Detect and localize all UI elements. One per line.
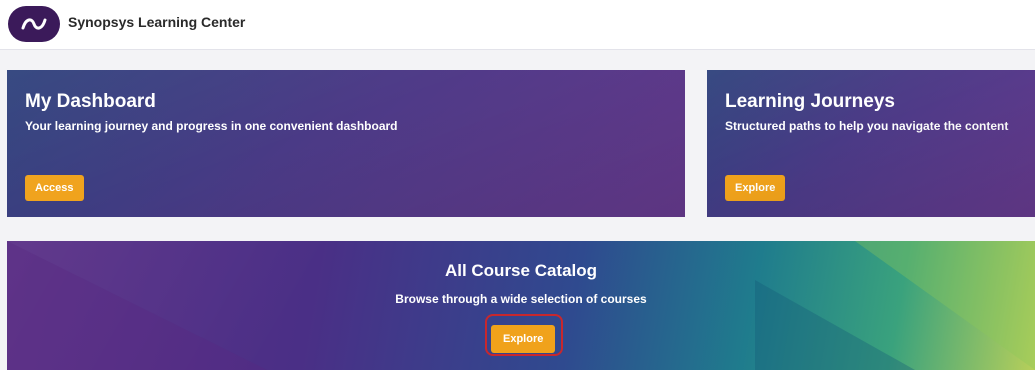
top-header: Synopsys Learning Center (0, 0, 1035, 50)
dashboard-card: My Dashboard Your learning journey and p… (7, 70, 685, 217)
logo-mark-icon (21, 18, 47, 30)
synopsys-logo[interactable] (8, 6, 60, 42)
course-catalog-banner: All Course Catalog Browse through a wide… (7, 241, 1035, 370)
dashboard-description: Your learning journey and progress in on… (25, 119, 398, 133)
learning-journeys-description: Structured paths to help you navigate th… (725, 119, 1009, 133)
dashboard-title: My Dashboard (25, 91, 156, 112)
course-catalog-description: Browse through a wide selection of cours… (395, 292, 647, 306)
explore-catalog-button[interactable]: Explore (491, 325, 556, 353)
learning-journeys-card: Learning Journeys Structured paths to he… (707, 70, 1035, 217)
explore-journeys-button[interactable]: Explore (725, 175, 786, 201)
learning-journeys-title: Learning Journeys (725, 91, 895, 112)
brand-name: Synopsys Learning Center (68, 14, 246, 30)
access-dashboard-button[interactable]: Access (25, 175, 84, 201)
course-catalog-title: All Course Catalog (444, 261, 598, 280)
